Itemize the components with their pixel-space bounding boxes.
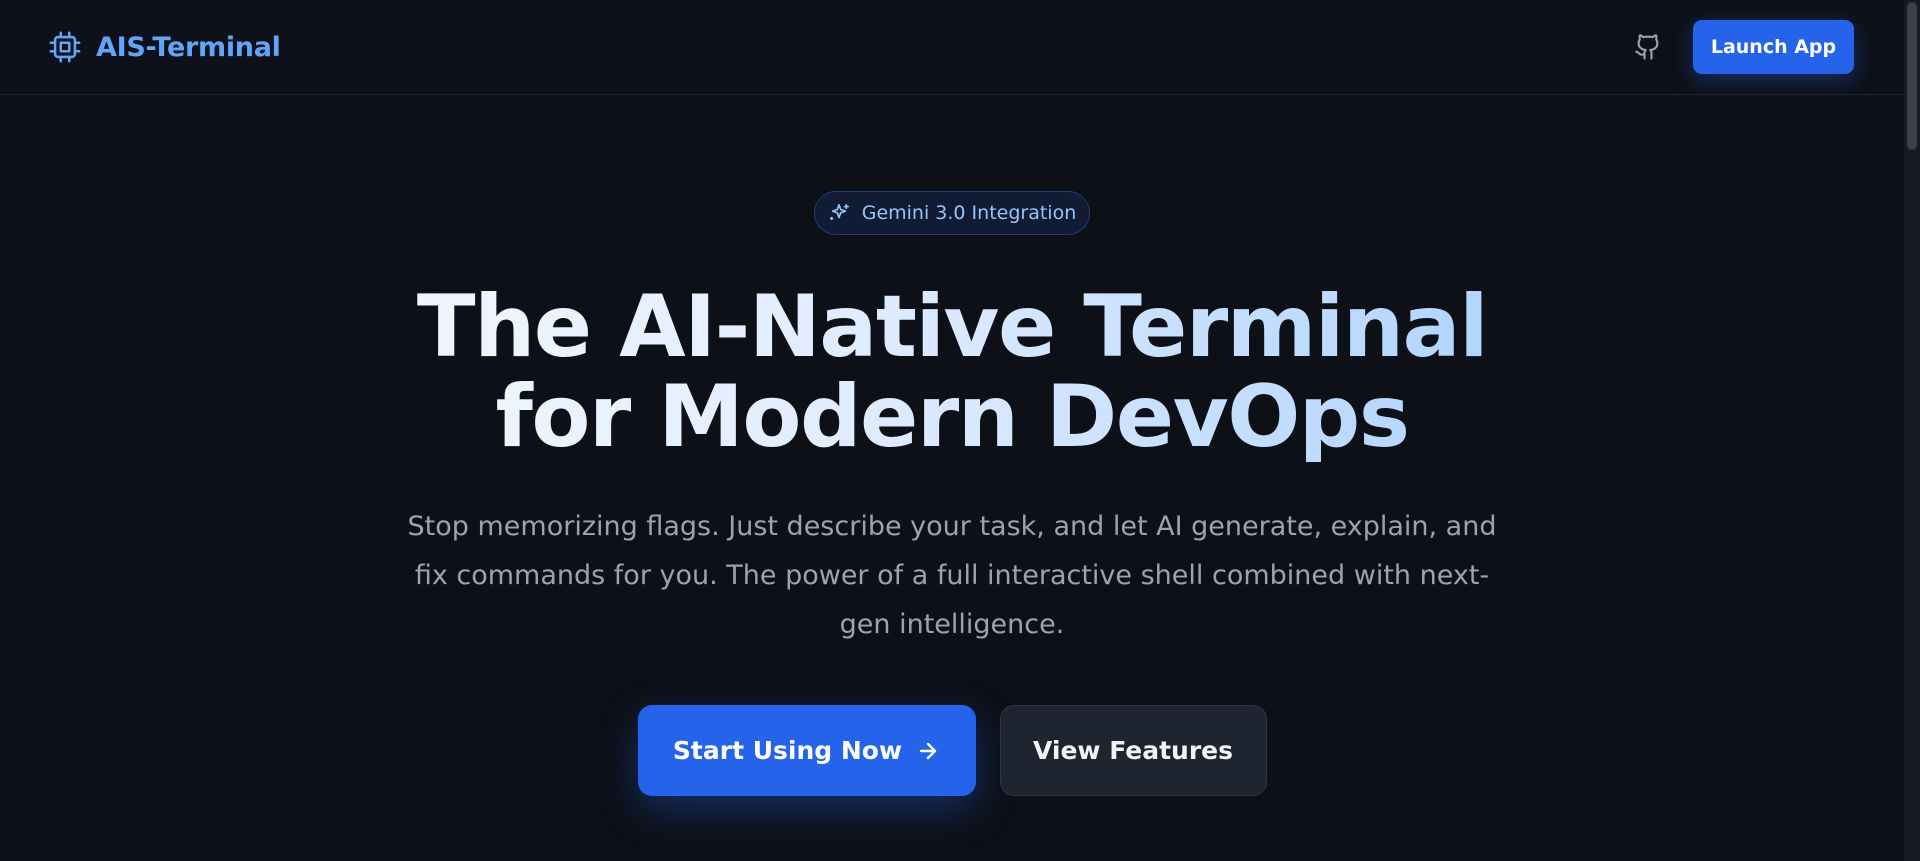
start-using-label: Start Using Now [672,736,903,765]
sparkles-icon [828,202,850,224]
headline-line-1: The AI-Native Terminal [0,282,1904,372]
integration-badge: Gemini 3.0 Integration [814,191,1090,235]
launch-app-button[interactable]: Launch App [1693,20,1854,74]
badge-label: Gemini 3.0 Integration [861,202,1077,224]
view-features-button[interactable]: View Features [999,705,1267,796]
headline-line-2: for Modern DevOps [0,372,1904,462]
brand-name: AIS-Terminal [96,31,281,63]
github-icon[interactable] [1631,30,1665,64]
start-using-button[interactable]: Start Using Now [637,705,976,796]
hero-section: Gemini 3.0 Integration The AI-Native Ter… [0,96,1904,861]
cta-row: Start Using Now View Features [0,705,1904,796]
cpu-chip-icon [48,30,82,64]
headline-line-1-plain: The AI-Native [416,277,1084,377]
page-scrollbar[interactable] [1904,0,1920,861]
brand[interactable]: AIS-Terminal [48,30,281,64]
hero-subtitle: Stop memorizing flags. Just describe you… [407,511,1497,640]
headline-line-2-plain: for Modern [495,367,1046,467]
nav-actions: Launch App [1631,20,1854,74]
headline-line-2-accent: DevOps [1045,367,1409,467]
page-title: The AI-Native Terminal for Modern DevOps [0,282,1904,462]
landing-page: AIS-Terminal Launch App Gemini 3.0 Integ… [0,0,1920,861]
top-navbar: AIS-Terminal Launch App [0,0,1904,95]
scrollbar-thumb[interactable] [1907,2,1917,150]
headline-line-1-accent: Terminal [1083,277,1488,377]
arrow-right-icon [916,739,940,763]
